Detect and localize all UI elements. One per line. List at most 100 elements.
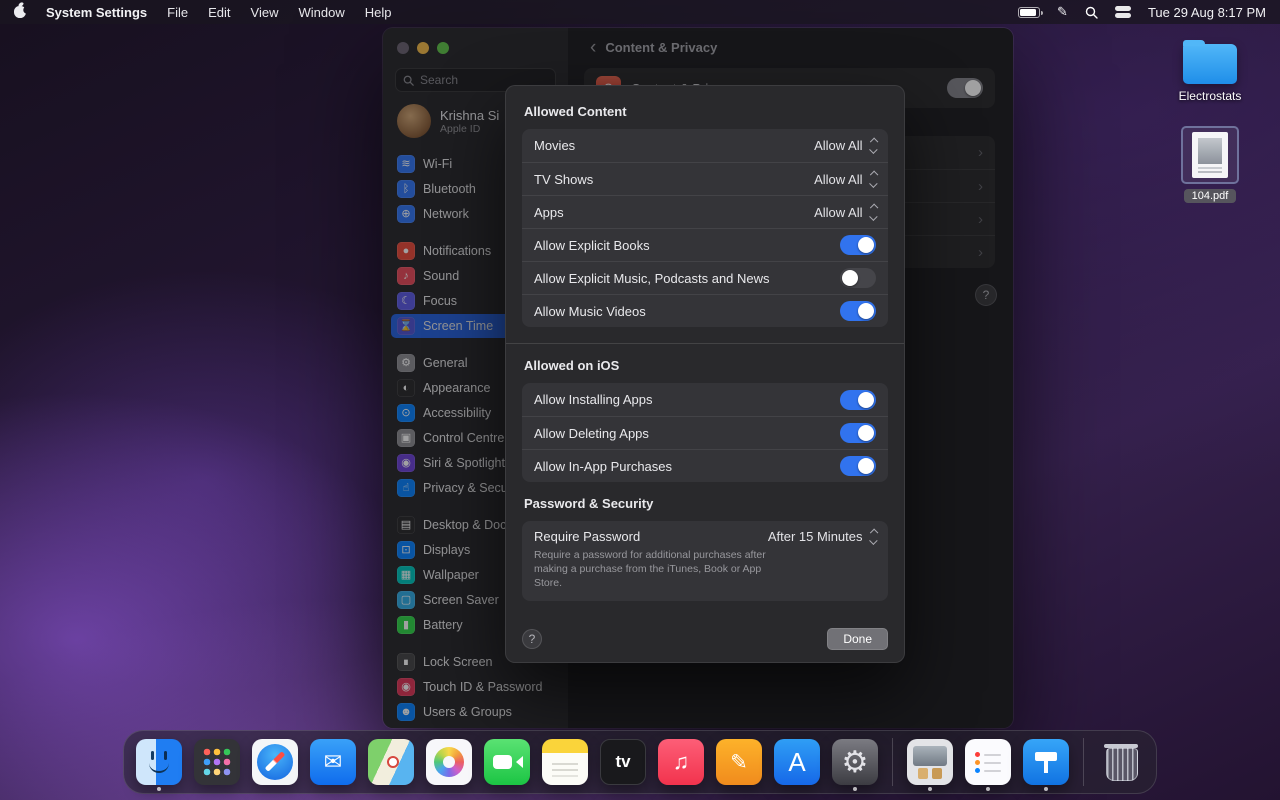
content-header: ‹ Content & Privacy [568, 28, 1013, 66]
apps-popup-button[interactable]: Allow All [814, 205, 876, 220]
safari-icon [252, 739, 298, 785]
sheet-help-button[interactable]: ? [522, 629, 542, 649]
dock-mail[interactable] [310, 739, 356, 785]
dock-launchpad[interactable] [194, 739, 240, 785]
pages-icon [716, 739, 762, 785]
apple-tv-icon [600, 739, 646, 785]
sidebar-item-users-groups[interactable]: ☻Users & Groups [391, 700, 560, 724]
dock-appletv[interactable] [600, 739, 646, 785]
system-settings-window: Krishna Si Apple ID ≋Wi-Fi ᛒBluetooth ⊕N… [383, 28, 1013, 728]
dock-keynote[interactable] [1023, 739, 1069, 785]
lock-screen-icon: ∎ [397, 653, 415, 671]
allowed-ios-group: Allow Installing Apps Allow Deleting App… [522, 383, 888, 482]
password-group: Require Password After 15 Minutes Requir… [522, 521, 888, 601]
control-center-icon[interactable] [1115, 6, 1131, 18]
notifications-icon: ● [397, 242, 415, 260]
sound-icon: ♪ [397, 267, 415, 285]
bluetooth-icon: ᛒ [397, 180, 415, 198]
allowed-ios-title: Allowed on iOS [524, 358, 888, 373]
tv-shows-popup-button[interactable]: Allow All [814, 172, 876, 187]
dock-trash[interactable] [1098, 739, 1144, 785]
pencil-icon[interactable]: ✎ [1057, 4, 1068, 20]
chevron-right-icon: › [978, 244, 983, 261]
focus-icon: ☾ [397, 292, 415, 310]
dock-notes[interactable] [542, 739, 588, 785]
appearance-icon: ◐ [397, 379, 415, 397]
movies-row: Movies Allow All [522, 129, 888, 162]
dock-system-settings[interactable] [832, 739, 878, 785]
folder-icon [1183, 44, 1237, 84]
require-password-description: Require a password for additional purcha… [534, 548, 792, 591]
menu-edit[interactable]: Edit [208, 5, 230, 20]
back-chevron-icon[interactable]: ‹ [590, 38, 596, 57]
wifi-icon: ≋ [397, 155, 415, 173]
pdf-file-icon [1192, 132, 1228, 178]
stepper-icon [871, 530, 877, 544]
help-button[interactable]: ? [975, 284, 997, 306]
menu-window[interactable]: Window [298, 5, 344, 20]
dock-facetime[interactable] [484, 739, 530, 785]
dock-music[interactable] [658, 739, 704, 785]
explicit-music-row: Allow Explicit Music, Podcasts and News [522, 261, 888, 294]
installing-apps-toggle[interactable] [840, 390, 876, 410]
zoom-button[interactable] [437, 42, 449, 54]
dock-pages[interactable] [716, 739, 762, 785]
displays-icon: ⊡ [397, 541, 415, 559]
notes-icon [542, 739, 588, 785]
in-app-purchases-toggle[interactable] [840, 456, 876, 476]
users-groups-icon: ☻ [397, 703, 415, 721]
password-security-title: Password & Security [524, 496, 888, 511]
explicit-books-toggle[interactable] [840, 235, 876, 255]
require-password-popup-button[interactable]: After 15 Minutes [768, 529, 876, 544]
desktop-file-104pdf[interactable]: 104.pdf [1164, 126, 1256, 204]
dock-photos[interactable] [426, 739, 472, 785]
menubar-clock[interactable]: Tue 29 Aug 8:17 PM [1148, 5, 1266, 20]
control-centre-icon: ▣ [397, 429, 415, 447]
search-field-icon [403, 75, 414, 86]
tv-shows-row: TV Shows Allow All [522, 162, 888, 195]
page-title: Content & Privacy [605, 40, 717, 55]
accessibility-icon: ⊙ [397, 404, 415, 422]
menu-view[interactable]: View [251, 5, 279, 20]
dock-preview[interactable] [907, 739, 953, 785]
photos-icon [426, 739, 472, 785]
dock-maps[interactable] [368, 739, 414, 785]
dock-divider [892, 738, 893, 786]
dock-finder[interactable] [136, 739, 182, 785]
close-button[interactable] [397, 42, 409, 54]
sidebar-item-touch-id[interactable]: ◉Touch ID & Password [391, 675, 560, 699]
menu-file[interactable]: File [167, 5, 188, 20]
dock [123, 730, 1157, 794]
desktop-folder-electrostats[interactable]: Electrostats [1164, 44, 1256, 105]
explicit-music-toggle[interactable] [840, 268, 876, 288]
desktop-dock-icon: ▤ [397, 516, 415, 534]
siri-icon: ◉ [397, 454, 415, 472]
privacy-security-icon: ☝ [397, 479, 415, 497]
music-videos-toggle[interactable] [840, 301, 876, 321]
pdf-file-label: 104.pdf [1184, 189, 1237, 203]
apple-menu-icon[interactable] [14, 6, 26, 18]
profile-subtitle: Apple ID [440, 123, 499, 135]
sheet-title: Allowed Content [524, 104, 888, 119]
dock-appstore[interactable] [774, 739, 820, 785]
minimize-button[interactable] [417, 42, 429, 54]
dock-divider [1083, 738, 1084, 786]
deleting-apps-row: Allow Deleting Apps [522, 416, 888, 449]
network-icon: ⊕ [397, 205, 415, 223]
movies-popup-button[interactable]: Allow All [814, 138, 876, 153]
dock-safari[interactable] [252, 739, 298, 785]
battery-icon[interactable] [1018, 7, 1040, 18]
menubar-app-name[interactable]: System Settings [46, 5, 147, 20]
menu-help[interactable]: Help [365, 5, 392, 20]
music-videos-row: Allow Music Videos [522, 294, 888, 327]
search-icon[interactable] [1085, 6, 1098, 19]
content-privacy-toggle[interactable] [947, 78, 983, 98]
menubar: System Settings File Edit View Window He… [0, 0, 1280, 24]
done-button[interactable]: Done [827, 628, 888, 650]
allowed-content-sheet: Allowed Content Movies Allow All TV Show… [505, 85, 905, 663]
apps-row: Apps Allow All [522, 195, 888, 228]
dock-reminders[interactable] [965, 739, 1011, 785]
file-selection-box [1181, 126, 1239, 184]
deleting-apps-toggle[interactable] [840, 423, 876, 443]
touch-id-icon: ◉ [397, 678, 415, 696]
